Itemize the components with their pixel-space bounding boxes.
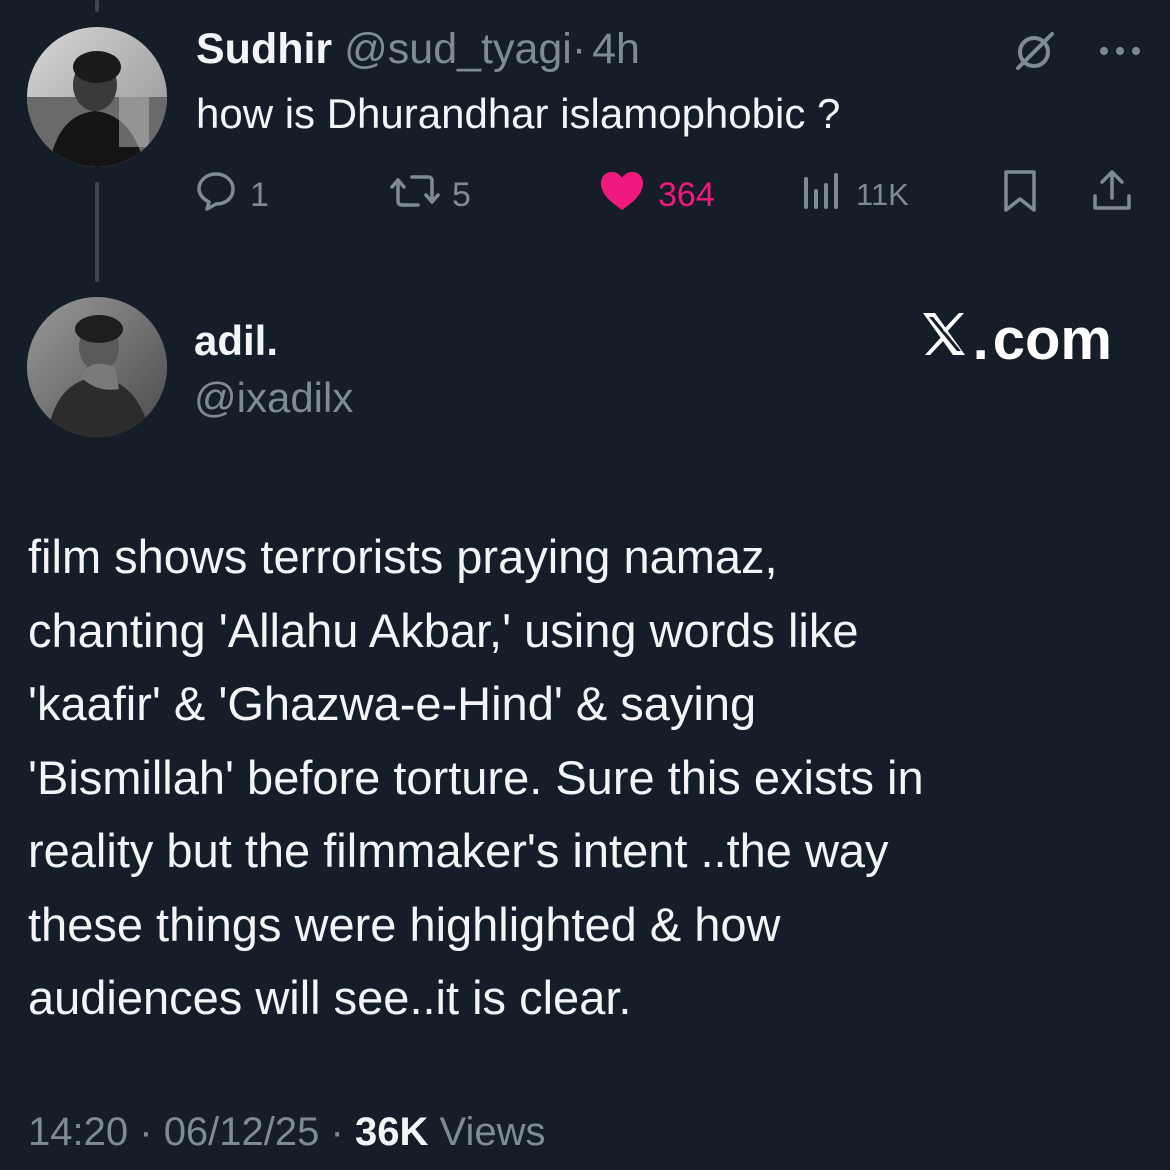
views-label: Views — [439, 1110, 546, 1154]
post-text-line: these things were highlighted & how — [28, 897, 781, 951]
main-post-text: film shows terrorists praying namaz, cha… — [28, 520, 1138, 1035]
post-text-line: chanting 'Allahu Akbar,' using words lik… — [28, 603, 859, 657]
post-text-line: 'Bismillah' before torture. Sure this ex… — [28, 750, 924, 804]
main-author-avatar[interactable] — [27, 297, 167, 437]
thread-line-middle — [95, 182, 99, 282]
bookmark-button[interactable] — [1000, 165, 1040, 225]
thread-line-top — [95, 0, 99, 12]
reply-author-avatar[interactable] — [27, 27, 167, 167]
reply-top-icons — [1012, 28, 1142, 79]
more-dots-icon[interactable] — [1098, 44, 1142, 63]
post-footer: 14:20 · 06/12/25 · 36K Views — [28, 1106, 545, 1158]
reply-action-bar: 1 5 364 11K — [194, 165, 1136, 225]
main-author-handle[interactable]: @ixadilx — [194, 373, 353, 423]
reply-author-name[interactable]: Sudhir — [196, 25, 332, 73]
xcom-watermark: . com — [919, 308, 1112, 372]
post-text-line: audiences will see..it is clear. — [28, 971, 632, 1024]
main-author-name[interactable]: adil. — [194, 316, 278, 366]
footer-separator: · — [139, 1110, 153, 1154]
share-upload-icon — [1090, 168, 1134, 223]
post-text-line: 'kaafir' & 'Ghazwa-e-Hind' & saying — [28, 677, 757, 730]
bar-chart-icon — [800, 169, 844, 222]
repost-button[interactable]: 5 — [390, 165, 471, 225]
share-button[interactable] — [1090, 165, 1134, 225]
heart-icon — [598, 169, 646, 222]
views-button[interactable]: 11K — [800, 165, 909, 225]
x-logo-icon — [919, 308, 969, 372]
xcom-text: com — [992, 307, 1112, 372]
like-button[interactable]: 364 — [598, 165, 715, 225]
views-count: 11K — [856, 177, 909, 212]
footer-separator: · — [330, 1110, 344, 1154]
reply-button[interactable]: 1 — [194, 165, 269, 225]
repost-arrows-icon — [390, 169, 440, 222]
post-date[interactable]: 06/12/25 — [164, 1110, 320, 1154]
grok-slash-icon[interactable] — [1012, 28, 1058, 79]
speech-bubble-icon — [194, 169, 238, 222]
post-text-line: film shows terrorists praying namaz, — [28, 530, 778, 583]
post-text-line: reality but the filmmaker's intent ..the… — [28, 824, 889, 877]
bookmark-icon — [1000, 168, 1040, 223]
reply-text: how is Dhurandhar islamophobic ? — [196, 90, 841, 137]
views-total: 36K — [354, 1110, 429, 1154]
reply-separator: · — [571, 25, 587, 73]
like-count: 364 — [658, 175, 715, 214]
reply-header: Sudhir @sud_tyagi· 4h — [196, 24, 640, 74]
reply-author-handle[interactable]: @sud_tyagi — [344, 25, 572, 73]
repost-count: 5 — [452, 175, 471, 214]
post-time[interactable]: 14:20 — [28, 1110, 128, 1154]
xcom-dot: . — [972, 307, 989, 372]
reply-time[interactable]: 4h — [592, 25, 640, 73]
reply-count: 1 — [250, 175, 269, 214]
post-screen: Sudhir @sud_tyagi· 4h how is Dhurandhar … — [0, 0, 1170, 1170]
